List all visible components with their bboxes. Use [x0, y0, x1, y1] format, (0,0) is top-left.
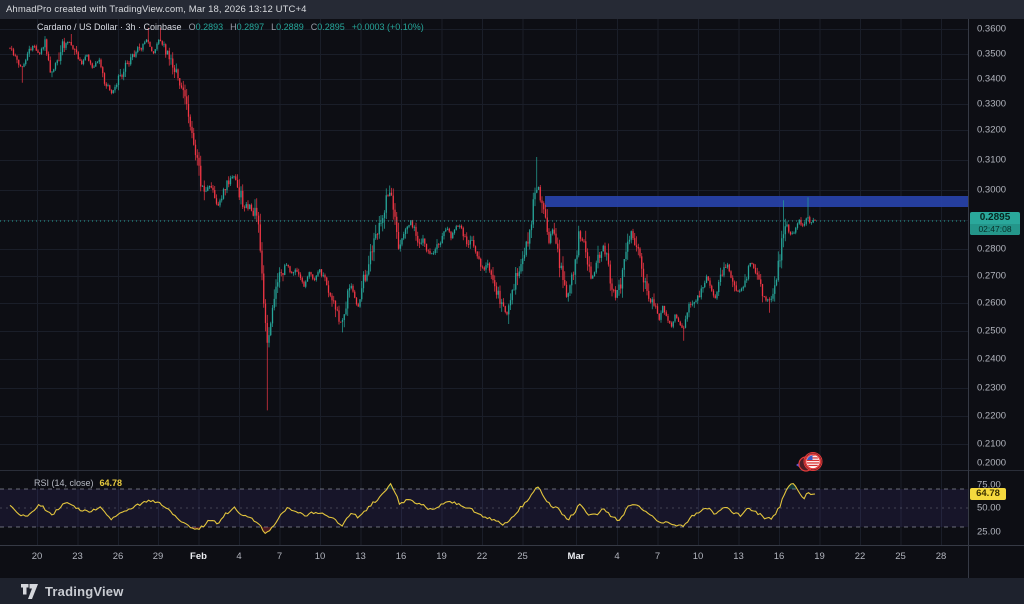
grid: [0, 19, 968, 545]
time-axis-label: Mar: [568, 551, 585, 562]
price-axis-label: 0.3400: [977, 74, 1006, 85]
time-axis-label: 29: [153, 551, 164, 562]
footer-bar: TradingView: [0, 578, 1024, 604]
candles: [9, 28, 815, 411]
time-axis-label: 10: [315, 551, 326, 562]
price-axis-label: 0.2200: [977, 411, 1006, 422]
rsi-axis-label: 50.00: [977, 503, 1001, 514]
resistance-zone-box[interactable]: [545, 196, 968, 207]
time-axis-label: 7: [277, 551, 282, 562]
candle-countdown: 02:47:08: [970, 224, 1020, 235]
time-axis-label: 13: [733, 551, 744, 562]
price-axis-label: 0.2800: [977, 244, 1006, 255]
time-axis-label: 23: [72, 551, 83, 562]
price-axis-label: 0.3100: [977, 155, 1006, 166]
ohlc-low: L0.2889: [271, 22, 304, 32]
symbol-legend[interactable]: Cardano / US Dollar · 3h · Coinbase O0.2…: [37, 21, 424, 33]
time-axis-label: 13: [355, 551, 366, 562]
price-axis-label: 0.2600: [977, 298, 1006, 309]
time-axis-label: 10: [693, 551, 704, 562]
time-axis-label: 4: [614, 551, 619, 562]
time-axis-label: 7: [655, 551, 660, 562]
price-axis-label: 0.2100: [977, 439, 1006, 450]
time-axis-label: 22: [855, 551, 866, 562]
time-axis-label: 16: [396, 551, 407, 562]
price-axis-label: 0.2400: [977, 354, 1006, 365]
rsi-value: 64.78: [100, 478, 123, 488]
time-axis-label: 16: [774, 551, 785, 562]
time-axis-label: 4: [236, 551, 241, 562]
time-axis-label: 19: [436, 551, 447, 562]
time-axis-label: Feb: [190, 551, 207, 562]
price-axis-label: 0.2000: [977, 458, 1006, 469]
price-axis-label: 0.2500: [977, 326, 1006, 337]
price-axis-label: 0.2700: [977, 271, 1006, 282]
current-price-value: 0.2895: [970, 212, 1020, 224]
tradingview-chart-window: AhmadPro created with TradingView.com, M…: [0, 0, 1024, 604]
time-axis-label: 25: [517, 551, 528, 562]
rsi-legend[interactable]: RSI (14, close) 64.78: [34, 477, 122, 488]
time-axis-label: 22: [477, 551, 488, 562]
price-change: +0.0003 (+0.10%): [352, 22, 424, 32]
economic-event-marker[interactable]: [796, 453, 822, 472]
symbol-title: Cardano / US Dollar · 3h · Coinbase: [37, 22, 182, 32]
rsi-value-badge: 64.78: [970, 488, 1006, 500]
time-axis-label: 19: [814, 551, 825, 562]
price-axis-label: 0.3000: [977, 185, 1006, 196]
ohlc-open: O0.2893: [189, 22, 224, 32]
time-axis-label: 26: [113, 551, 124, 562]
attribution-bar: AhmadPro created with TradingView.com, M…: [0, 0, 1024, 19]
chart-canvas[interactable]: [0, 0, 1024, 604]
current-price-badge: 0.2895 02:47:08: [970, 212, 1020, 235]
attribution-text: AhmadPro created with TradingView.com, M…: [0, 4, 307, 15]
rsi-axis-label: 25.00: [977, 526, 1001, 537]
rsi-label: RSI (14, close): [34, 478, 94, 488]
price-axis-label: 0.2300: [977, 383, 1006, 394]
time-axis-label: 25: [895, 551, 906, 562]
tradingview-logo-icon[interactable]: [21, 584, 38, 599]
time-axis-label: 20: [32, 551, 43, 562]
price-axis-label: 0.3300: [977, 99, 1006, 110]
time-axis-label: 28: [936, 551, 947, 562]
price-axis-label: 0.3500: [977, 49, 1006, 60]
tradingview-brand-text[interactable]: TradingView: [45, 584, 124, 599]
price-axis-label: 0.3200: [977, 125, 1006, 136]
price-axis-label: 0.3600: [977, 24, 1006, 35]
ohlc-high: H0.2897: [230, 22, 264, 32]
ohlc-close: C0.2895: [311, 22, 345, 32]
